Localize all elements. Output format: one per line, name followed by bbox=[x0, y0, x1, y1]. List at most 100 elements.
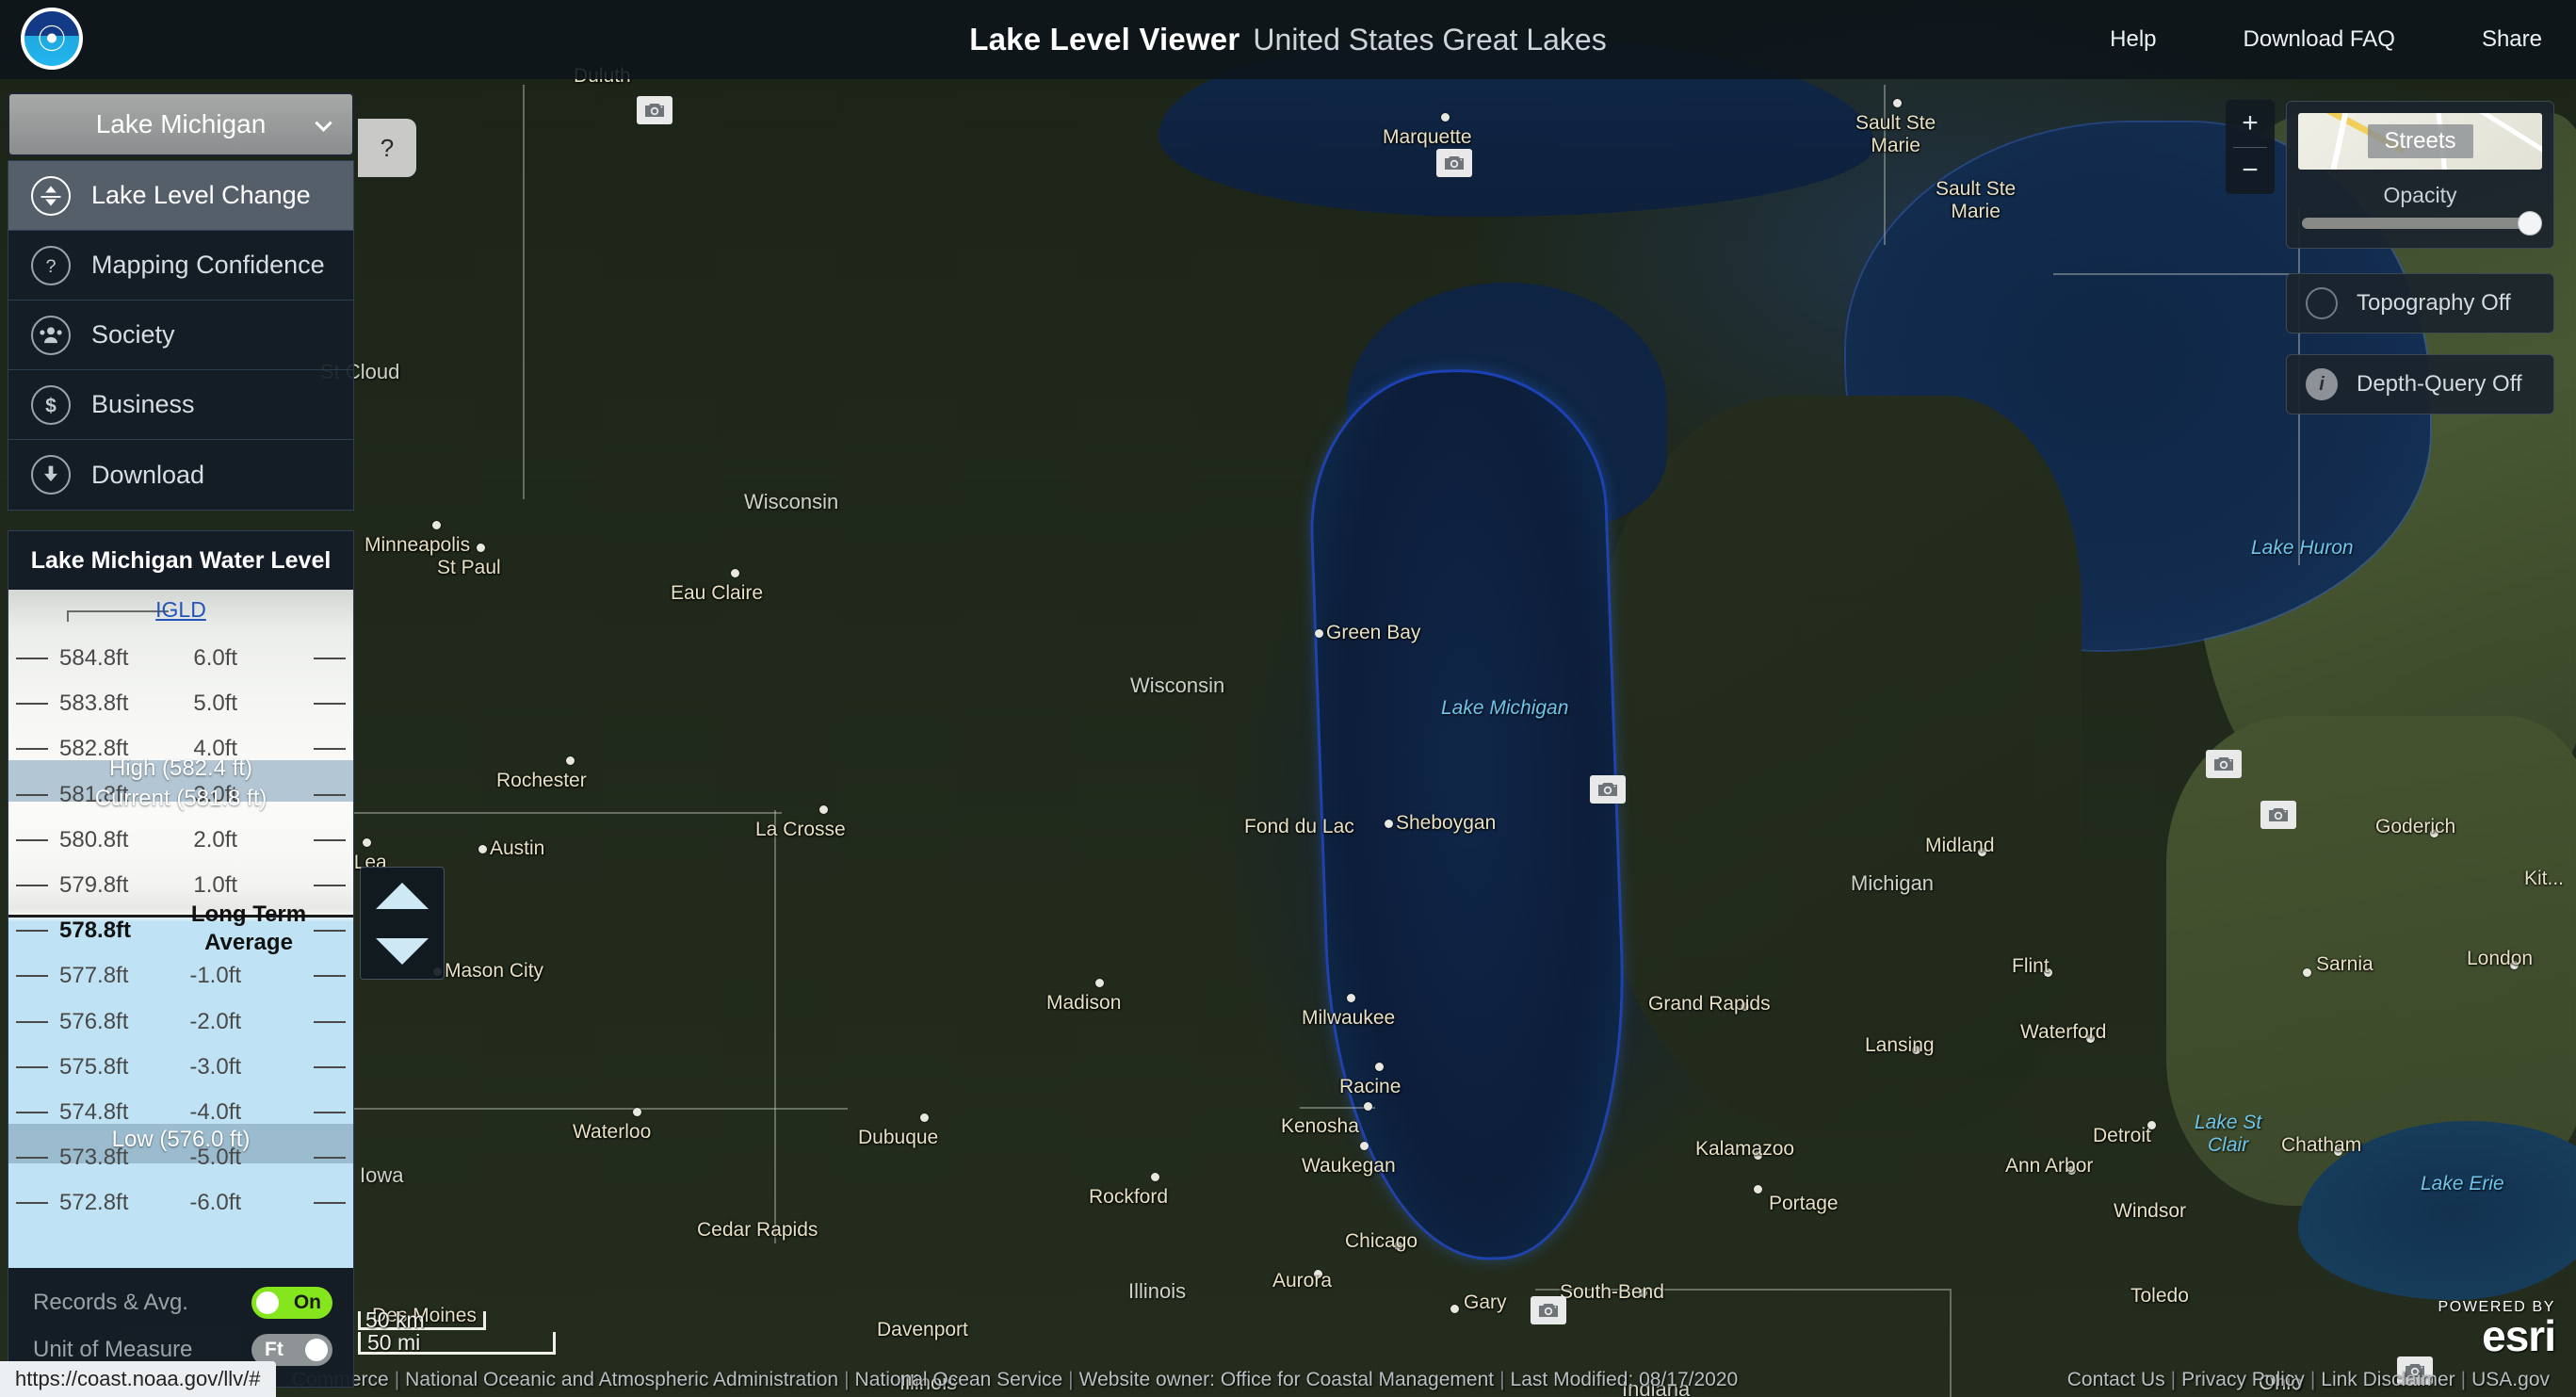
footer-link[interactable]: National Ocean Service bbox=[855, 1369, 1063, 1390]
svg-text:$: $ bbox=[45, 395, 57, 416]
city-dot-icon bbox=[1754, 1185, 1762, 1194]
download-arrow-icon bbox=[31, 455, 71, 495]
level-decrease-arrow-icon[interactable] bbox=[376, 937, 429, 965]
info-icon: i bbox=[2306, 368, 2338, 400]
records-avg-toggle[interactable]: On bbox=[251, 1287, 332, 1319]
tick-relative: 2.0ft bbox=[193, 826, 238, 853]
tick-elevation: 575.8ft bbox=[59, 1053, 129, 1080]
depth-query-toggle[interactable]: i Depth-Query Off bbox=[2286, 354, 2554, 414]
sidebar-item-label: Society bbox=[91, 320, 175, 349]
tick-mark-left bbox=[16, 748, 48, 751]
camera-marker-icon[interactable] bbox=[2206, 750, 2242, 778]
tick-relative: -4.0ft bbox=[189, 1099, 242, 1125]
lake-select-dropdown[interactable]: Lake Michigan bbox=[8, 92, 354, 156]
footer-separator: | bbox=[1499, 1369, 1505, 1390]
footer-link[interactable]: National Oceanic and Atmospheric Adminis… bbox=[405, 1369, 838, 1390]
water-level-tick: 577.8ft -1.0ft bbox=[8, 960, 353, 992]
road-line bbox=[2327, 113, 2350, 170]
footer-link[interactable]: Privacy Policy bbox=[2181, 1369, 2305, 1390]
tick-mark-right bbox=[313, 658, 346, 659]
opacity-slider-handle[interactable] bbox=[2518, 211, 2542, 236]
chevron-down-icon bbox=[315, 114, 332, 132]
tick-elevation: 572.8ft bbox=[59, 1190, 129, 1216]
scalebar-km-label: 50 km bbox=[365, 1308, 425, 1332]
camera-marker-icon[interactable] bbox=[1436, 149, 1472, 177]
tick-elevation: 578.8ft bbox=[59, 918, 132, 944]
footer-separator: | bbox=[2170, 1369, 2177, 1390]
city-label: Midland bbox=[1925, 835, 1995, 856]
camera-marker-icon[interactable] bbox=[2260, 801, 2296, 829]
city-dot-icon bbox=[566, 756, 575, 765]
svg-text:?: ? bbox=[45, 256, 56, 277]
nav-download-faq[interactable]: Download FAQ bbox=[2244, 26, 2395, 53]
city-label: Green Bay bbox=[1326, 622, 1421, 643]
tick-mark-left bbox=[16, 1020, 48, 1023]
footer-link[interactable]: USA.gov bbox=[2471, 1369, 2550, 1390]
scalebar-mi-label: 50 mi bbox=[367, 1330, 421, 1355]
footer-link[interactable]: Website owner: Office for Coastal Manage… bbox=[1079, 1369, 1494, 1390]
igld-datum-link[interactable]: IGLD bbox=[8, 597, 353, 623]
footer-link[interactable]: Contact Us bbox=[2067, 1369, 2165, 1390]
app-header: ⦿ Lake Level Viewer United States Great … bbox=[0, 0, 2576, 79]
level-increase-arrow-icon[interactable] bbox=[376, 882, 429, 909]
city-dot-icon bbox=[1385, 820, 1393, 828]
city-label: Gary bbox=[1464, 1291, 1507, 1313]
esri-name-label: esri bbox=[2482, 1311, 2556, 1360]
topography-toggle[interactable]: Topography Off bbox=[2286, 273, 2554, 333]
basemap-selector[interactable]: Streets bbox=[2298, 113, 2542, 170]
unit-of-measure-label: Unit of Measure bbox=[33, 1337, 193, 1362]
water-level-tick: 579.8ft 1.0ft bbox=[8, 869, 353, 902]
opacity-slider[interactable] bbox=[2302, 211, 2542, 236]
map-region-label: Iowa bbox=[360, 1163, 404, 1187]
city-label: Sault Ste Marie bbox=[1936, 178, 2017, 222]
tick-relative: 6.0ft bbox=[193, 645, 238, 671]
tick-elevation: 584.8ft bbox=[59, 645, 129, 671]
camera-marker-icon[interactable] bbox=[1531, 1296, 1566, 1324]
tick-mark-left bbox=[16, 885, 48, 886]
zoom-in-button[interactable]: + bbox=[2226, 100, 2275, 147]
nav-help[interactable]: Help bbox=[2110, 26, 2156, 53]
camera-marker-icon[interactable] bbox=[1590, 775, 1626, 804]
city-dot-icon bbox=[1347, 994, 1355, 1002]
city-label: Davenport bbox=[877, 1319, 968, 1340]
city-label: Austin bbox=[490, 837, 545, 859]
footer-link[interactable]: Last Modified: 08/17/2020 bbox=[1511, 1369, 1739, 1390]
sidebar-item-lake-level-change[interactable]: Lake Level Change bbox=[8, 161, 353, 231]
city-dot-icon bbox=[363, 838, 371, 847]
city-label: Mason City bbox=[445, 960, 544, 982]
header-nav: Help Download FAQ Share bbox=[2110, 0, 2542, 79]
water-level-title: Lake Michigan Water Level bbox=[8, 531, 353, 590]
footer-link[interactable]: Link Disclaimer bbox=[2321, 1369, 2454, 1390]
city-label: Ann Arbor bbox=[2005, 1155, 2094, 1177]
city-label: Flint bbox=[2012, 955, 2049, 977]
tick-mark-right bbox=[313, 838, 346, 841]
sidebar-item-society[interactable]: Society bbox=[8, 301, 353, 370]
footer-separator: | bbox=[2460, 1369, 2467, 1390]
city-dot-icon bbox=[920, 1113, 929, 1122]
tick-relative: -2.0ft bbox=[189, 1008, 242, 1034]
page-footer: Commerce|National Oceanic and Atmospheri… bbox=[0, 1363, 2576, 1397]
city-label: Windsor bbox=[2114, 1200, 2187, 1222]
sidebar-item-business[interactable]: $ Business bbox=[8, 370, 353, 440]
sidebar-item-mapping-confidence[interactable]: ? Mapping Confidence bbox=[8, 231, 353, 301]
left-sidebar: Lake Michigan Lake Level Change ? Mappin… bbox=[8, 92, 416, 511]
sidebar-item-download[interactable]: Download bbox=[8, 440, 353, 510]
sidebar-menu: Lake Level Change ? Mapping Confidence S… bbox=[8, 160, 354, 511]
camera-marker-icon[interactable] bbox=[637, 96, 672, 124]
city-label: Kit... bbox=[2524, 868, 2565, 889]
sidebar-item-label: Mapping Confidence bbox=[91, 251, 325, 279]
michigan-peninsula-landmass bbox=[1592, 396, 2082, 1130]
nav-share[interactable]: Share bbox=[2482, 26, 2542, 53]
toggle-knob bbox=[305, 1339, 328, 1361]
city-dot-icon bbox=[819, 805, 828, 814]
zoom-out-button[interactable]: − bbox=[2226, 148, 2275, 195]
city-dot-icon bbox=[1315, 629, 1323, 638]
basemap-panel: Streets Opacity bbox=[2286, 101, 2554, 249]
footer-left-links: Commerce|National Oceanic and Atmospheri… bbox=[292, 1369, 1738, 1391]
map-water-label: Lake St Clair bbox=[2195, 1112, 2262, 1156]
water-level-scale[interactable]: IGLD 584.8ft 6.0ft 583.8ft 5.0ft 582.8ft 4.0f… bbox=[8, 590, 353, 1268]
city-label: Fond du Lac bbox=[1244, 816, 1354, 837]
noaa-logo[interactable]: ⦿ bbox=[21, 8, 83, 70]
water-level-tick: 572.8ft -6.0ft bbox=[8, 1187, 353, 1219]
help-tooltip-button[interactable]: ? bbox=[358, 119, 416, 177]
